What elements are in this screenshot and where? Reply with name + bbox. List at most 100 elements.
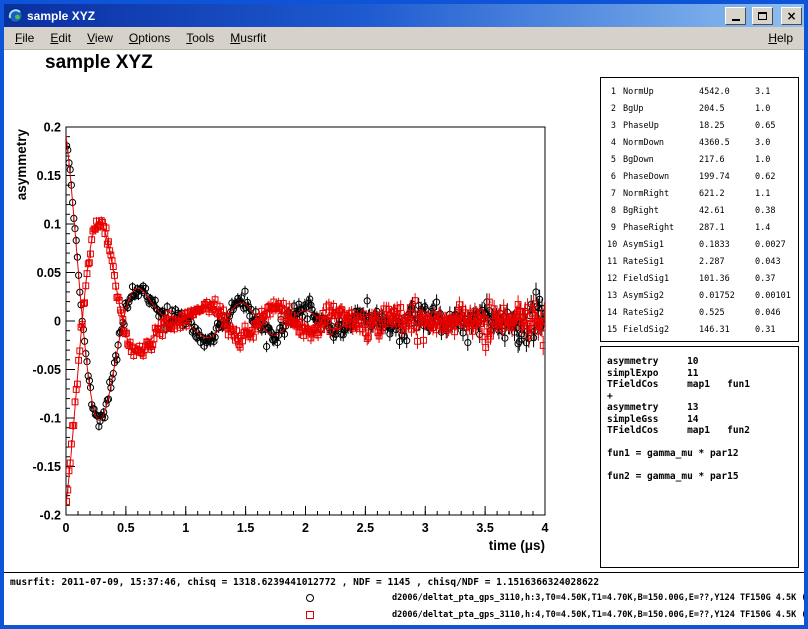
parameter-row: 12FieldSig1101.360.37 (607, 271, 798, 288)
parameter-no: 1 (607, 84, 623, 101)
svg-text:4: 4 (542, 521, 549, 535)
svg-text:0.5: 0.5 (117, 521, 134, 535)
svg-text:0.1: 0.1 (44, 218, 61, 232)
fit-stats: musrfit: 2011-07-09, 15:37:46, chisq = 1… (10, 577, 599, 588)
parameter-error: 3.1 (755, 84, 798, 101)
theory-line: simpleGss 14 (607, 414, 792, 426)
parameter-value: 0.1833 (699, 237, 755, 254)
minimize-button[interactable] (725, 7, 746, 25)
menu-help[interactable]: Help (760, 28, 801, 48)
menu-view[interactable]: View (79, 28, 121, 48)
theory-line: fun1 = gamma_mu * par12 (607, 448, 792, 460)
svg-text:0.15: 0.15 (37, 169, 61, 183)
parameter-value: 287.1 (699, 220, 755, 237)
svg-text:0: 0 (63, 521, 70, 535)
parameter-no: 2 (607, 101, 623, 118)
parameter-name: NormDown (623, 135, 699, 152)
parameter-value: 217.6 (699, 152, 755, 169)
close-icon: × (786, 10, 796, 22)
maximize-button[interactable] (752, 7, 773, 25)
minimize-icon (732, 19, 740, 21)
theory-line (607, 437, 792, 449)
parameter-row: 10AsymSig10.18330.0027 (607, 237, 798, 254)
svg-text:time (μs): time (μs) (489, 538, 545, 553)
parameter-error: 1.0 (755, 152, 798, 169)
parameter-error: 0.31 (755, 322, 798, 339)
theory-line: simplExpo 11 (607, 368, 792, 380)
theory-line: TFieldCos map1 fun2 (607, 425, 792, 437)
parameter-row: 1NormUp4542.03.1 (607, 84, 798, 101)
app-icon[interactable] (8, 8, 23, 23)
menubar-items: FileEditViewOptionsToolsMusrfit (7, 28, 274, 48)
parameter-name: NormUp (623, 84, 699, 101)
theory-line: + (607, 391, 792, 403)
parameter-no: 4 (607, 135, 623, 152)
parameter-error: 0.00101 (755, 288, 798, 305)
parameter-error: 0.37 (755, 271, 798, 288)
parameter-no: 11 (607, 254, 623, 271)
svg-text:1: 1 (182, 521, 189, 535)
theory-line: fun2 = gamma_mu * par15 (607, 471, 792, 483)
legend-label: d2006/deltat_pta_gps_3110,h:3,T0=4.50K,T… (392, 593, 804, 603)
svg-text:0: 0 (54, 315, 61, 329)
parameter-no: 7 (607, 186, 623, 203)
parameter-error: 0.65 (755, 118, 798, 135)
parameter-error: 0.38 (755, 203, 798, 220)
parameter-no: 10 (607, 237, 623, 254)
svg-text:3: 3 (422, 521, 429, 535)
parameter-row: 8BgRight42.610.38 (607, 203, 798, 220)
parameter-no: 5 (607, 152, 623, 169)
theory-line: TFieldCos map1 fun1 (607, 379, 792, 391)
theory-line (607, 460, 792, 472)
parameter-name: BgUp (623, 101, 699, 118)
menubar: FileEditViewOptionsToolsMusrfit Help (4, 27, 804, 50)
parameter-value: 0.01752 (699, 288, 755, 305)
parameter-no: 8 (607, 203, 623, 220)
svg-text:3.5: 3.5 (476, 521, 493, 535)
parameter-box: 1NormUp4542.03.12BgUp204.51.03PhaseUp18.… (600, 77, 799, 342)
menu-musrfit[interactable]: Musrfit (222, 28, 274, 48)
legend-row-2: d2006/deltat_pta_gps_3110,h:4,T0=4.50K,T… (4, 608, 804, 624)
asymmetry-plot[interactable]: 00.511.522.533.54-0.2-0.15-0.1-0.0500.05… (4, 50, 600, 570)
menu-edit[interactable]: Edit (42, 28, 79, 48)
parameter-name: FieldSig2 (623, 322, 699, 339)
parameter-error: 1.4 (755, 220, 798, 237)
app-window: sample XYZ × FileEditViewOptionsToolsMus… (0, 0, 808, 629)
parameter-value: 621.2 (699, 186, 755, 203)
parameter-no: 15 (607, 322, 623, 339)
parameter-no: 14 (607, 305, 623, 322)
parameter-row: 6PhaseDown199.740.62 (607, 169, 798, 186)
menu-options[interactable]: Options (121, 28, 178, 48)
theory-box: asymmetry 10simplExpo 11TFieldCos map1 f… (600, 346, 799, 568)
parameter-error: 0.62 (755, 169, 798, 186)
svg-text:-0.05: -0.05 (33, 363, 62, 377)
menu-file[interactable]: File (7, 28, 42, 48)
close-button[interactable]: × (781, 7, 802, 25)
parameter-error: 0.043 (755, 254, 798, 271)
parameter-no: 6 (607, 169, 623, 186)
parameter-value: 4360.5 (699, 135, 755, 152)
parameter-row: 5BgDown217.61.0 (607, 152, 798, 169)
svg-text:2: 2 (302, 521, 309, 535)
parameter-name: PhaseUp (623, 118, 699, 135)
parameter-value: 146.31 (699, 322, 755, 339)
parameter-error: 1.0 (755, 101, 798, 118)
parameter-no: 9 (607, 220, 623, 237)
titlebar[interactable]: sample XYZ × (4, 4, 804, 27)
parameter-row: 2BgUp204.51.0 (607, 101, 798, 118)
theory-line: asymmetry 13 (607, 402, 792, 414)
maximize-icon (758, 12, 767, 20)
parameter-name: RateSig1 (623, 254, 699, 271)
legend-square-marker (306, 611, 314, 619)
svg-text:asymmetry: asymmetry (14, 129, 29, 201)
parameter-row: 11RateSig12.2870.043 (607, 254, 798, 271)
parameter-value: 42.61 (699, 203, 755, 220)
parameter-error: 0.0027 (755, 237, 798, 254)
parameter-row: 9PhaseRight287.11.4 (607, 220, 798, 237)
parameter-name: PhaseRight (623, 220, 699, 237)
parameter-value: 0.525 (699, 305, 755, 322)
legend-label: d2006/deltat_pta_gps_3110,h:4,T0=4.50K,T… (392, 610, 804, 620)
parameter-value: 2.287 (699, 254, 755, 271)
menu-tools[interactable]: Tools (178, 28, 222, 48)
svg-text:0.2: 0.2 (44, 121, 61, 135)
